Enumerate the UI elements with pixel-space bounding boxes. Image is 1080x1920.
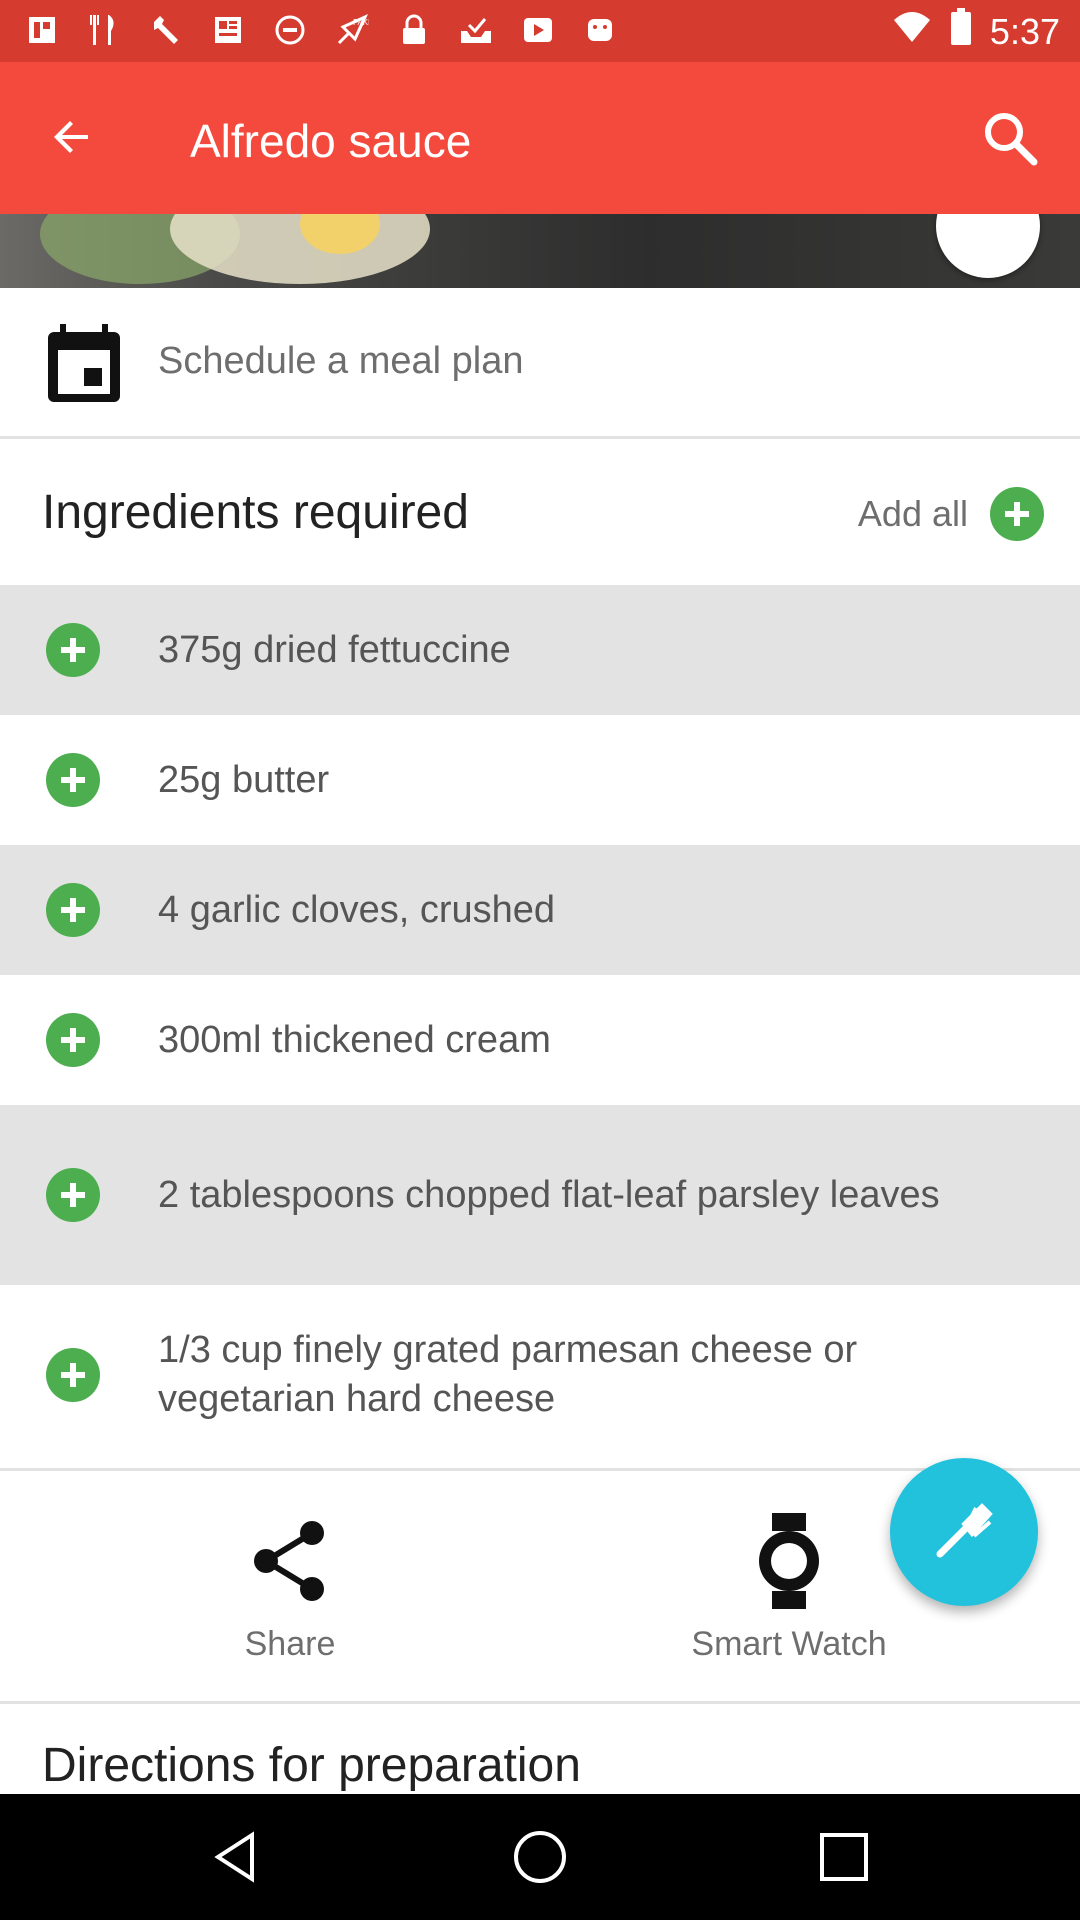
inbox-icon (458, 12, 494, 48)
add-ingredient-plus-icon[interactable] (46, 623, 100, 677)
status-bar: FAKE 5:37 (0, 0, 1080, 62)
search-icon[interactable] (978, 106, 1042, 170)
add-ingredient-plus-icon[interactable] (46, 1348, 100, 1402)
ingredient-text: 300ml thickened cream (158, 1018, 551, 1061)
arrow-back-icon[interactable] (42, 108, 102, 168)
ingredients-header: Ingredients required Add all (0, 439, 1080, 585)
calendar-icon (46, 322, 122, 404)
fake-gps-icon: FAKE (334, 12, 370, 48)
android-icon (582, 12, 618, 48)
ingredient-row[interactable]: 1/3 cup finely grated parmesan cheese or… (0, 1285, 1080, 1465)
add-ingredient-plus-icon[interactable] (46, 883, 100, 937)
share-icon (245, 1511, 335, 1611)
recents-square-icon[interactable] (814, 1827, 874, 1887)
fork-knife-icon (86, 12, 122, 48)
play-icon (520, 12, 556, 48)
system-nav-bar (0, 1794, 1080, 1920)
image-icon (24, 12, 60, 48)
add-all-plus-icon[interactable] (990, 487, 1044, 541)
home-circle-icon[interactable] (510, 1827, 570, 1887)
app-bar: Alfredo sauce (0, 62, 1080, 214)
status-time: 5:37 (989, 10, 1060, 52)
ingredient-row[interactable]: 375g dried fettuccine (0, 585, 1080, 715)
battery-icon (950, 8, 972, 55)
ingredient-row[interactable]: 4 garlic cloves, crushed (0, 845, 1080, 975)
directions-heading: Directions for preparation (42, 1739, 581, 1792)
wifi-icon (892, 10, 932, 53)
news-icon (210, 12, 246, 48)
ingredients-heading: Ingredients required (42, 486, 469, 539)
fork-icon (934, 1500, 994, 1565)
favorite-button[interactable] (936, 214, 1040, 278)
ingredient-row[interactable]: 2 tablespoons chopped flat-leaf parsley … (0, 1105, 1080, 1285)
ingredient-row[interactable]: 300ml thickened cream (0, 975, 1080, 1105)
ingredient-text: 4 garlic cloves, crushed (158, 888, 556, 931)
add-ingredient-plus-icon[interactable] (46, 753, 100, 807)
wrench-icon (148, 12, 184, 48)
cook-fab-button[interactable] (890, 1458, 1038, 1606)
svg-text:FAKE: FAKE (353, 18, 369, 27)
page-title: Alfredo sauce (190, 115, 472, 167)
recipe-hero-image (0, 214, 1080, 288)
schedule-label: Schedule a meal plan (158, 340, 524, 382)
smart-watch-label: Smart Watch (691, 1625, 887, 1663)
share-button[interactable]: Share (140, 1511, 440, 1664)
share-label: Share (244, 1625, 336, 1663)
back-triangle-icon[interactable] (208, 1827, 268, 1887)
add-ingredient-plus-icon[interactable] (46, 1013, 100, 1067)
ingredients-list: 375g dried fettuccine 25g butter 4 garli… (0, 585, 1080, 1465)
ingredient-text: 1/3 cup finely grated parmesan cheese or… (158, 1329, 858, 1420)
no-entry-icon (272, 12, 308, 48)
schedule-meal-plan-row[interactable]: Schedule a meal plan (0, 288, 1080, 439)
watch-icon (744, 1511, 834, 1611)
ingredient-text: 25g butter (158, 758, 330, 801)
ingredient-text: 375g dried fettuccine (158, 628, 511, 671)
ingredient-text: 2 tablespoons chopped flat-leaf parsley … (158, 1173, 940, 1216)
add-ingredient-plus-icon[interactable] (46, 1168, 100, 1222)
ingredient-row[interactable]: 25g butter (0, 715, 1080, 845)
add-all-label[interactable]: Add all (858, 493, 968, 535)
lock-icon (396, 12, 432, 48)
